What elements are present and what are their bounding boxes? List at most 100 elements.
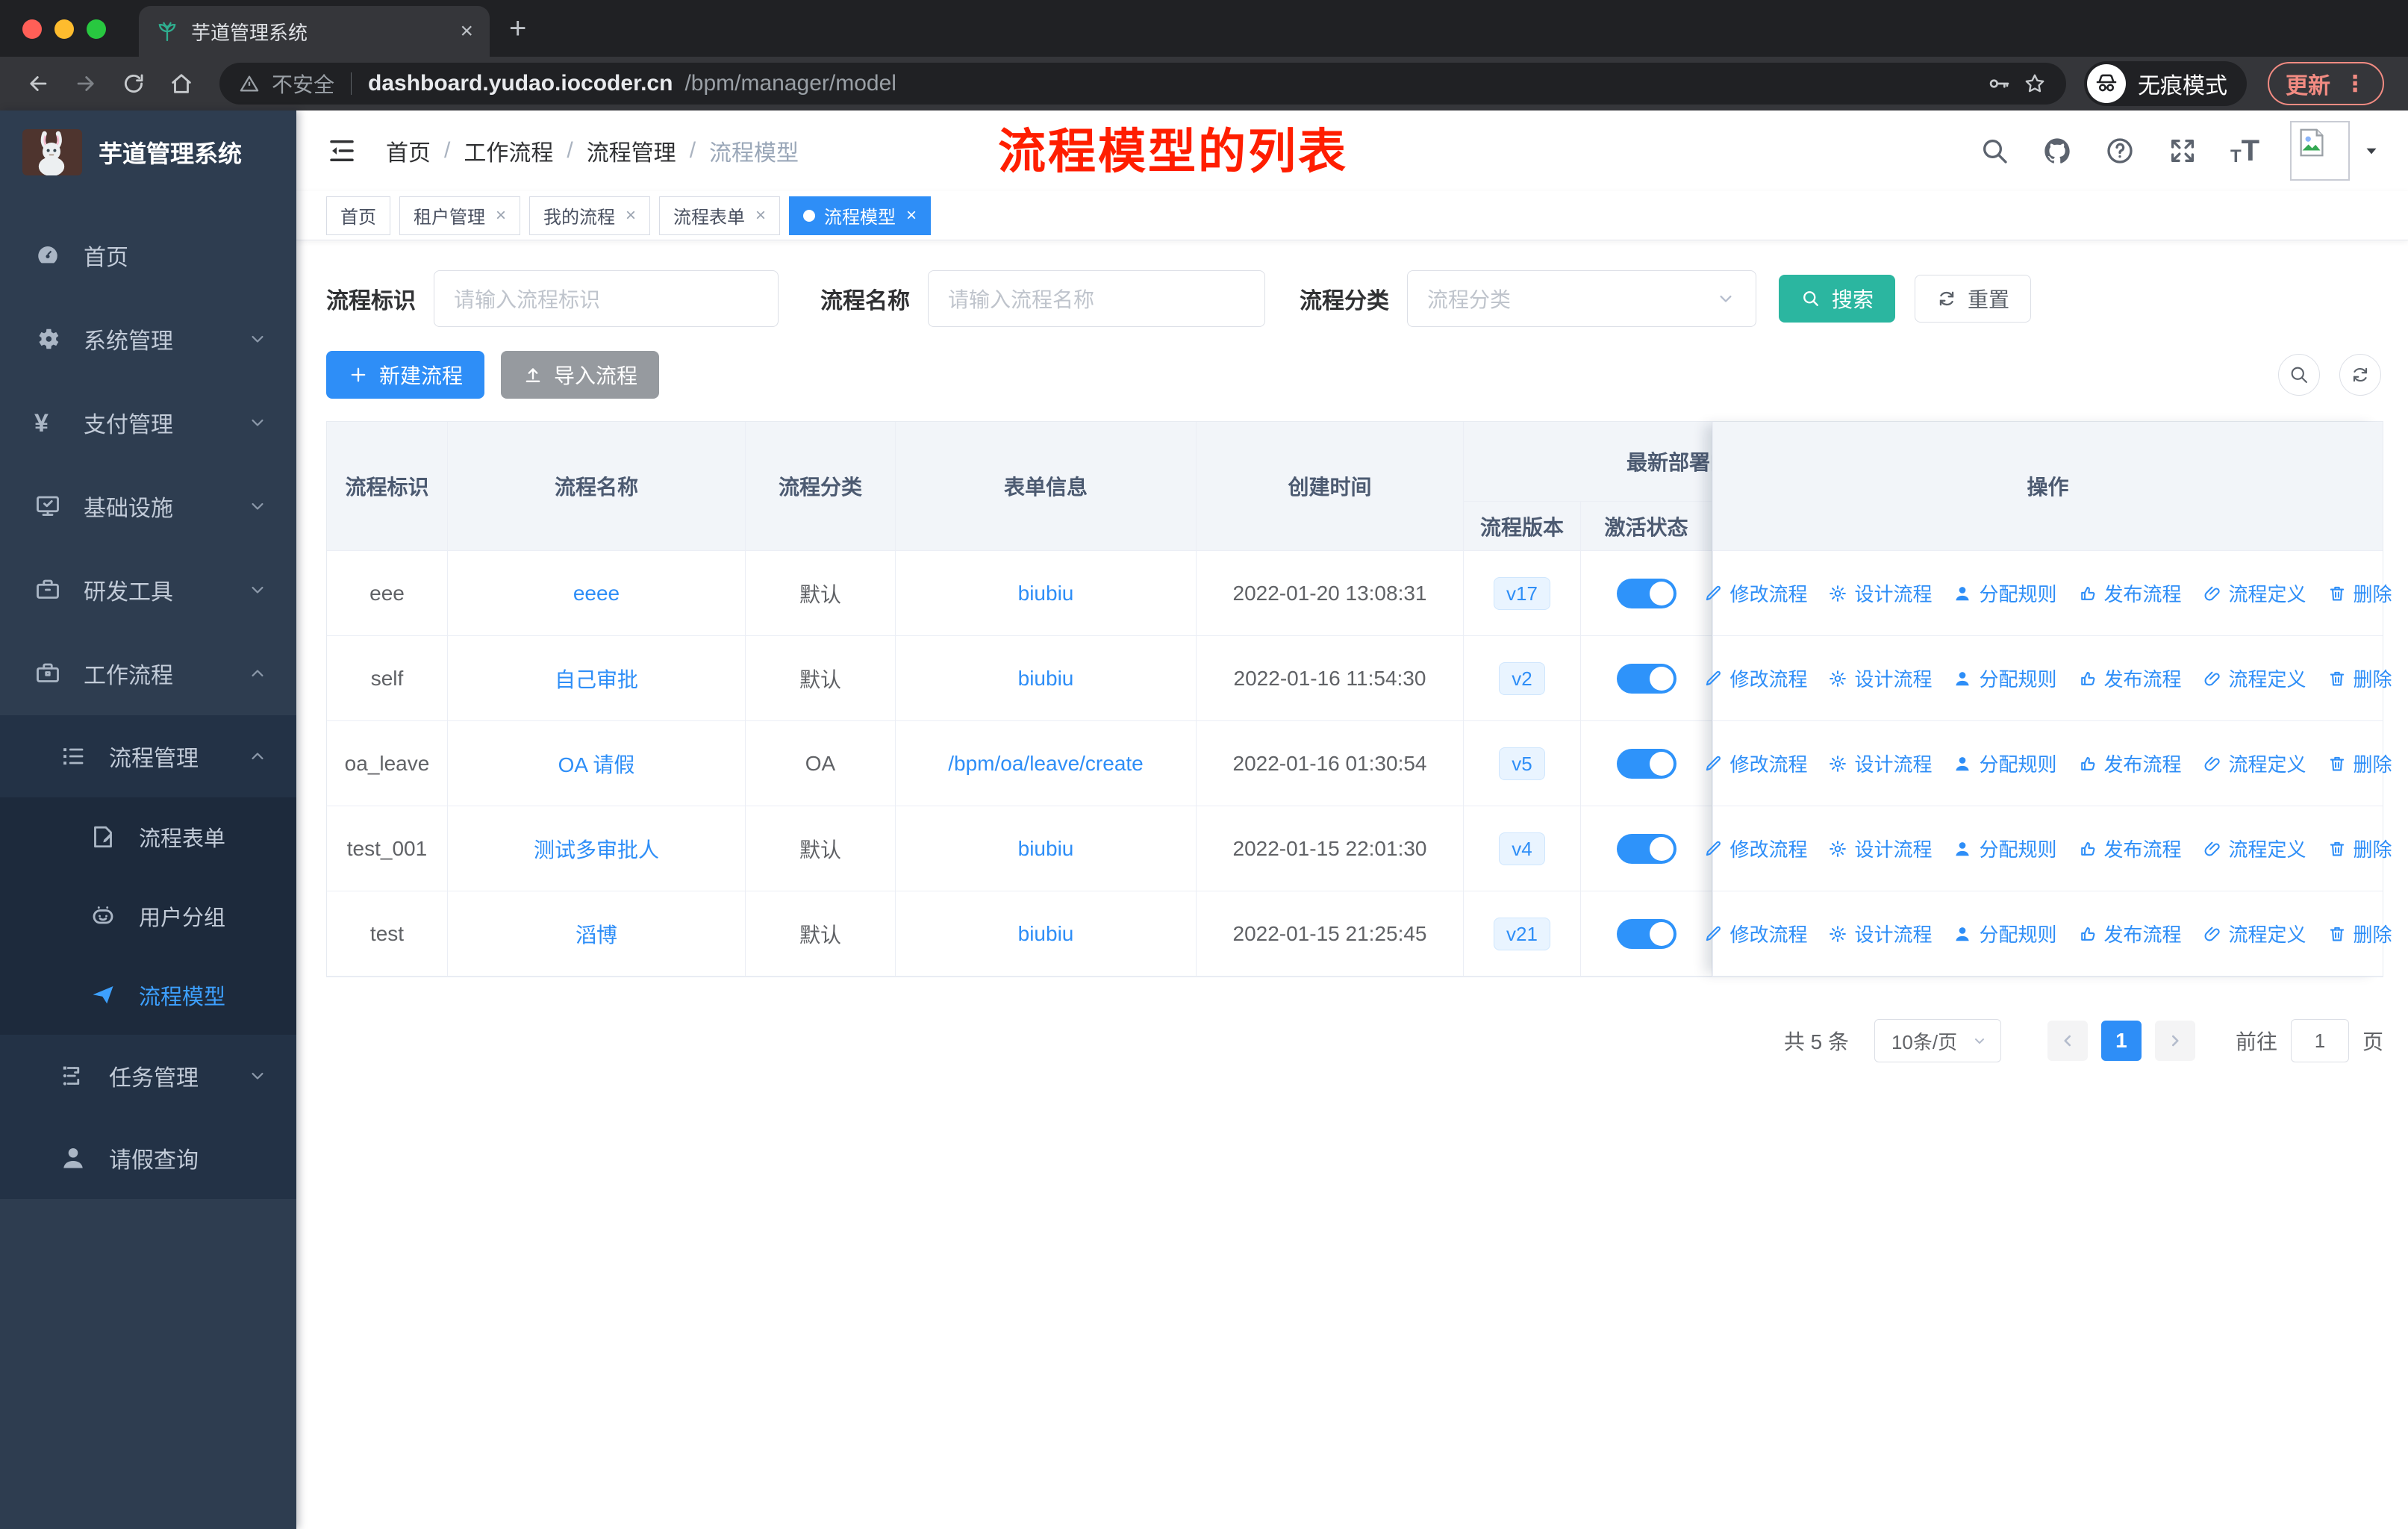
breadcrumb-item-流程管理[interactable]: 流程管理 xyxy=(587,134,676,167)
close-tab-icon[interactable]: × xyxy=(460,20,473,43)
active-toggle[interactable] xyxy=(1616,578,1676,608)
sidebar-item-请假查询[interactable]: 请假查询 xyxy=(0,1117,296,1199)
help-icon[interactable] xyxy=(2105,136,2135,166)
active-toggle[interactable] xyxy=(1616,663,1676,694)
action-设计流程[interactable]: 设计流程 xyxy=(1828,750,1932,777)
sidebar-item-用户分组[interactable]: 用户分组 xyxy=(0,876,296,956)
page-number-1[interactable]: 1 xyxy=(2100,1021,2142,1061)
close-tag-icon[interactable]: × xyxy=(906,205,917,226)
minimize-window-button[interactable] xyxy=(54,19,74,39)
bookmark-star-icon[interactable] xyxy=(2023,72,2047,96)
form-info-link[interactable]: /bpm/oa/leave/create xyxy=(948,752,1144,776)
action-设计流程[interactable]: 设计流程 xyxy=(1828,920,1932,947)
tag-租户管理[interactable]: 租户管理 × xyxy=(399,196,521,235)
action-删除[interactable]: 删除 xyxy=(2327,579,2392,607)
forward-button[interactable] xyxy=(66,63,106,104)
form-info-link[interactable]: biubiu xyxy=(1018,667,1074,691)
back-button[interactable] xyxy=(18,63,58,104)
app-logo[interactable]: 芋道管理系统 xyxy=(0,110,296,194)
action-发布流程[interactable]: 发布流程 xyxy=(2078,664,2182,692)
action-设计流程[interactable]: 设计流程 xyxy=(1828,664,1932,692)
tag-流程模型[interactable]: 流程模型 × xyxy=(789,196,932,235)
browser-menu-icon[interactable]: ⋮ xyxy=(2344,71,2366,97)
browser-tab[interactable]: 芋道管理系统 × xyxy=(139,6,490,57)
create-process-button[interactable]: 新建流程 xyxy=(326,351,485,399)
address-bar[interactable]: 不安全 dashboard.yudao.iocoder.cn /bpm/mana… xyxy=(219,63,2066,105)
sidebar-item-首页[interactable]: 首页 xyxy=(0,214,296,297)
new-tab-button[interactable]: + xyxy=(509,13,526,43)
process-name-link[interactable]: 自己审批 xyxy=(555,664,638,694)
sidebar-item-流程模型[interactable]: 流程模型 xyxy=(0,956,296,1035)
form-info-link[interactable]: biubiu xyxy=(1018,837,1074,861)
sidebar-item-任务管理[interactable]: 任务管理 xyxy=(0,1035,296,1117)
avatar[interactable] xyxy=(2290,121,2350,181)
form-info-link[interactable]: biubiu xyxy=(1018,582,1074,605)
sidebar-item-支付管理[interactable]: ¥ 支付管理 xyxy=(0,381,296,464)
tag-我的流程[interactable]: 我的流程 × xyxy=(529,196,651,235)
process-name-link[interactable]: eeee xyxy=(573,582,620,605)
avatar-caret-down-icon[interactable] xyxy=(2362,141,2381,161)
action-删除[interactable]: 删除 xyxy=(2327,835,2392,862)
refresh-table-icon-button[interactable] xyxy=(2339,354,2381,396)
goto-page-input[interactable]: 1 xyxy=(2290,1019,2349,1062)
close-tag-icon[interactable]: × xyxy=(496,205,506,226)
zoom-window-button[interactable] xyxy=(87,19,106,39)
page-size-select[interactable]: 10条/页 xyxy=(1874,1019,2001,1062)
action-发布流程[interactable]: 发布流程 xyxy=(2078,920,2182,947)
active-toggle[interactable] xyxy=(1616,918,1676,949)
update-button[interactable]: 更新 ⋮ xyxy=(2268,62,2384,105)
breadcrumb-item-工作流程[interactable]: 工作流程 xyxy=(464,134,553,167)
action-修改流程[interactable]: 修改流程 xyxy=(1703,835,1807,862)
security-label[interactable]: 不安全 xyxy=(272,69,334,99)
sidebar-item-基础设施[interactable]: 基础设施 xyxy=(0,464,296,548)
action-分配规则[interactable]: 分配规则 xyxy=(1953,579,2057,607)
action-发布流程[interactable]: 发布流程 xyxy=(2078,579,2182,607)
github-icon[interactable] xyxy=(2042,136,2072,166)
action-设计流程[interactable]: 设计流程 xyxy=(1828,579,1932,607)
action-修改流程[interactable]: 修改流程 xyxy=(1703,750,1807,777)
action-删除[interactable]: 删除 xyxy=(2327,920,2392,947)
active-toggle[interactable] xyxy=(1616,833,1676,864)
action-修改流程[interactable]: 修改流程 xyxy=(1703,664,1807,692)
search-icon[interactable] xyxy=(1980,136,2009,166)
action-删除[interactable]: 删除 xyxy=(2327,750,2392,777)
sidebar-item-流程管理[interactable]: 流程管理 xyxy=(0,715,296,797)
sidebar-item-流程表单[interactable]: 流程表单 xyxy=(0,797,296,876)
process-name-link[interactable]: 滔博 xyxy=(576,919,617,949)
filter-input-流程标识[interactable]: 请输入流程标识 xyxy=(434,270,779,327)
action-修改流程[interactable]: 修改流程 xyxy=(1703,579,1807,607)
action-分配规则[interactable]: 分配规则 xyxy=(1953,664,2057,692)
action-发布流程[interactable]: 发布流程 xyxy=(2078,750,2182,777)
action-流程定义[interactable]: 流程定义 xyxy=(2203,579,2306,607)
active-toggle[interactable] xyxy=(1616,748,1676,779)
action-流程定义[interactable]: 流程定义 xyxy=(2203,835,2306,862)
action-修改流程[interactable]: 修改流程 xyxy=(1703,920,1807,947)
collapse-sidebar-icon[interactable] xyxy=(326,135,358,166)
action-流程定义[interactable]: 流程定义 xyxy=(2203,750,2306,777)
form-info-link[interactable]: biubiu xyxy=(1018,922,1074,946)
reset-button[interactable]: 重置 xyxy=(1915,275,2032,323)
fullscreen-icon[interactable] xyxy=(2168,136,2198,166)
password-key-icon[interactable] xyxy=(1987,72,2011,96)
action-流程定义[interactable]: 流程定义 xyxy=(2203,920,2306,947)
filter-select-流程分类[interactable]: 流程分类 xyxy=(1407,270,1756,327)
action-删除[interactable]: 删除 xyxy=(2327,664,2392,692)
filter-input-流程名称[interactable]: 请输入流程名称 xyxy=(928,270,1265,327)
import-process-button[interactable]: 导入流程 xyxy=(501,351,660,399)
tag-首页[interactable]: 首页 xyxy=(326,196,390,235)
sidebar-item-系统管理[interactable]: 系统管理 xyxy=(0,297,296,381)
action-设计流程[interactable]: 设计流程 xyxy=(1828,835,1932,862)
prev-page-button[interactable] xyxy=(2047,1021,2088,1061)
action-发布流程[interactable]: 发布流程 xyxy=(2078,835,2182,862)
sidebar-item-工作流程[interactable]: 工作流程 xyxy=(0,632,296,715)
home-button[interactable] xyxy=(161,63,202,104)
action-流程定义[interactable]: 流程定义 xyxy=(2203,664,2306,692)
action-分配规则[interactable]: 分配规则 xyxy=(1953,750,2057,777)
process-name-link[interactable]: OA 请假 xyxy=(558,749,635,779)
font-size-icon[interactable]: TT xyxy=(2230,136,2260,166)
next-page-button[interactable] xyxy=(2154,1021,2195,1061)
breadcrumb-item-首页[interactable]: 首页 xyxy=(386,134,431,167)
process-name-link[interactable]: 测试多审批人 xyxy=(534,834,659,864)
tag-流程表单[interactable]: 流程表单 × xyxy=(659,196,781,235)
close-tag-icon[interactable]: × xyxy=(755,205,766,226)
